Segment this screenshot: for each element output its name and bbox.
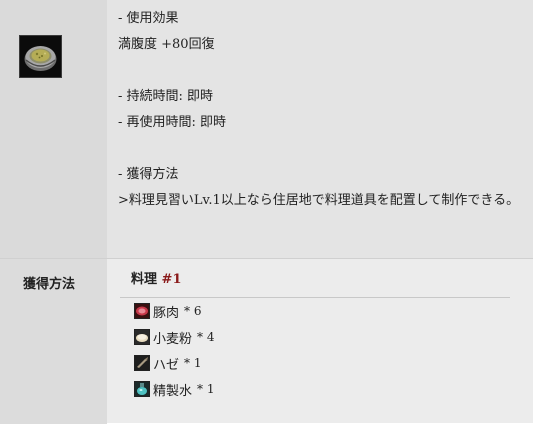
ingredient-name[interactable]: 小麦粉 xyxy=(153,328,192,347)
acquire-label: 獲得方法 xyxy=(23,277,76,292)
purified-water-icon xyxy=(134,381,150,397)
pork-icon xyxy=(134,303,150,319)
duration-line: - 持続時間: 即時 xyxy=(118,89,214,104)
ingredient-qty: * 1 xyxy=(197,382,215,396)
acquire-text: >料理見習いLv.1以上なら住居地で料理道具を配置して制作できる。 xyxy=(118,193,520,208)
ingredient-name[interactable]: 精製水 xyxy=(153,380,192,399)
ingredient-qty: * 1 xyxy=(184,356,202,370)
acquire-label-cell: 獲得方法 xyxy=(0,259,107,424)
recipe-block: 料理 #1 豚肉 * 6 小麦粉 * 4 ハゼ * 1 精製水 * 1 xyxy=(120,259,510,402)
flour-icon xyxy=(134,329,150,345)
item-icon-cell xyxy=(0,0,107,258)
item-description-section: - 使用効果 満腹度 +80回復 - 持続時間: 即時 - 再使用時間: 即時 … xyxy=(0,0,533,258)
ingredient-row[interactable]: 小麦粉 * 4 xyxy=(120,324,510,350)
ingredient-row[interactable]: 精製水 * 1 xyxy=(120,376,510,402)
item-description: - 使用効果 満腹度 +80回復 - 持続時間: 即時 - 再使用時間: 即時 … xyxy=(118,6,523,214)
effect-heading: - 使用効果 xyxy=(118,11,179,26)
ingredient-name[interactable]: 豚肉 xyxy=(153,302,179,321)
goby-fish-icon xyxy=(134,355,150,371)
ingredient-row[interactable]: ハゼ * 1 xyxy=(120,350,510,376)
acquire-section: 獲得方法 料理 #1 豚肉 * 6 小麦粉 * 4 ハゼ * 1 精製水 * 1 xyxy=(0,258,533,424)
recipe-title: 料理 #1 xyxy=(120,259,510,298)
recipe-name: 料理 xyxy=(131,272,158,287)
ingredient-qty: * 4 xyxy=(197,330,215,344)
recipe-number: #1 xyxy=(161,272,182,287)
acquire-heading: - 獲得方法 xyxy=(118,167,179,182)
item-detail-panel: - 使用効果 満腹度 +80回復 - 持続時間: 即時 - 再使用時間: 即時 … xyxy=(0,0,533,424)
ingredient-qty: * 6 xyxy=(184,304,202,318)
effect-value: 満腹度 +80回復 xyxy=(118,37,215,52)
ingredient-row[interactable]: 豚肉 * 6 xyxy=(120,298,510,324)
cooldown-line: - 再使用時間: 即時 xyxy=(118,115,227,130)
food-bowl-icon xyxy=(19,35,62,78)
ingredient-name[interactable]: ハゼ xyxy=(153,354,179,373)
